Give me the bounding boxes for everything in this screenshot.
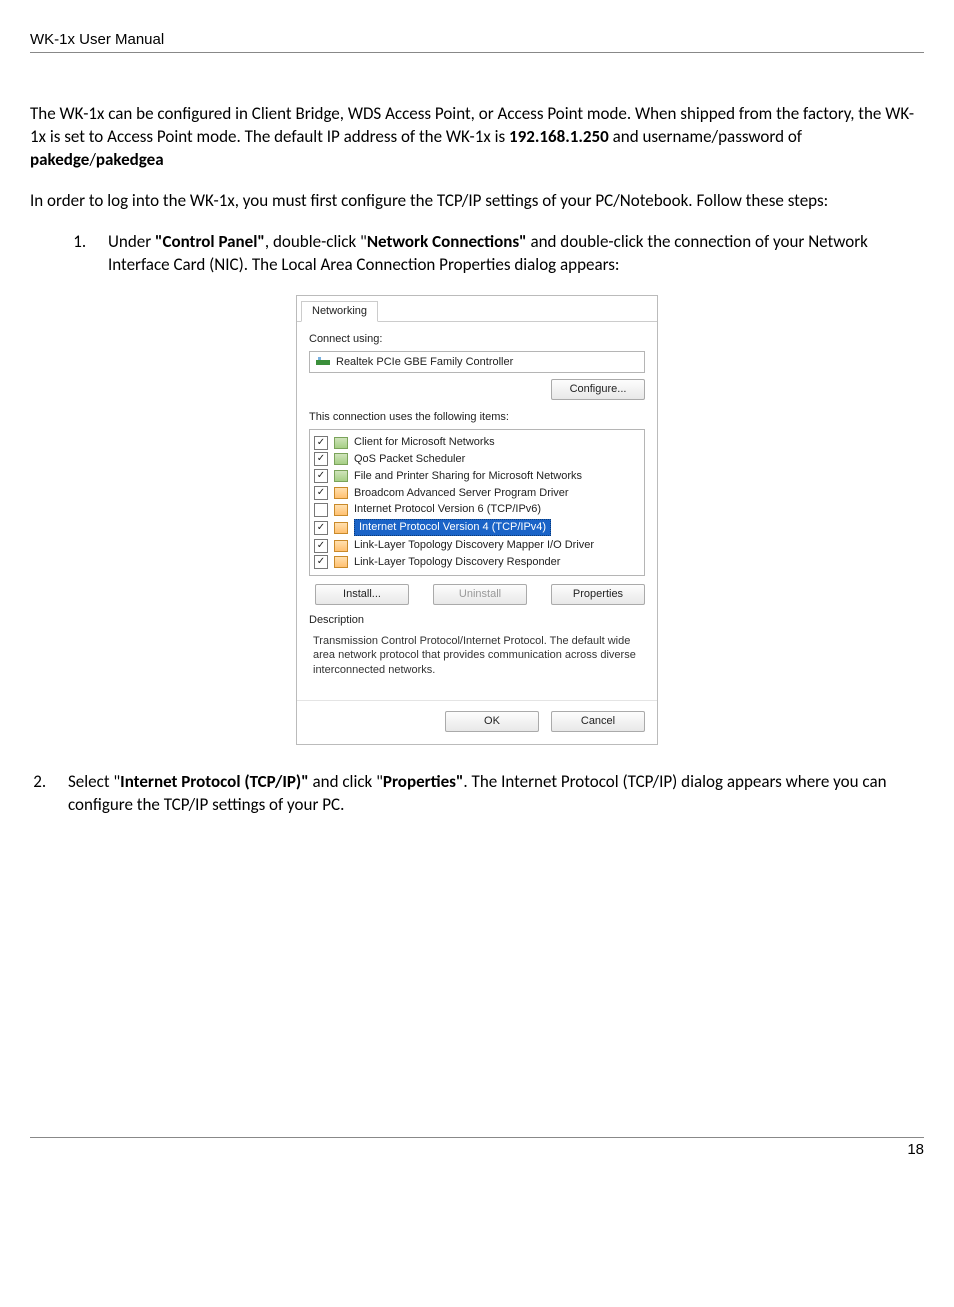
list-item[interactable]: Internet Protocol Version 6 (TCP/IPv6) [314,501,640,518]
checkbox-icon[interactable] [314,521,328,535]
item-label: Link-Layer Topology Discovery Responder [354,555,560,570]
item-label: Link-Layer Topology Discovery Mapper I/O… [354,538,594,553]
connection-properties-dialog: Networking Connect using: Realtek PCIe G… [296,295,658,745]
configure-button[interactable]: Configure... [551,379,645,400]
steps-list-2: Select "Internet Protocol (TCP/IP)" and … [30,771,924,817]
item-buttons-row: Install... Uninstall Properties [309,584,645,605]
install-button[interactable]: Install... [315,584,409,605]
item-label: Broadcom Advanced Server Program Driver [354,486,569,501]
tab-networking[interactable]: Networking [301,301,378,322]
nic-icon [316,357,330,367]
protocol-icon [334,504,348,516]
protocol-icon [334,540,348,552]
checkbox-icon[interactable] [314,486,328,500]
page-number: 18 [907,1140,924,1160]
dialog-body: Connect using: Realtek PCIe GBE Family C… [297,322,657,700]
doc-title: WK-1x User Manual [30,30,164,50]
description-text: Transmission Control Protocol/Internet P… [309,632,645,691]
ip-address: 192.168.1.250 [509,126,609,147]
text: and username/password of [609,126,802,147]
text: , double-click " [265,231,367,252]
description-box: Description Transmission Control Protoco… [309,613,645,690]
step-2: Select "Internet Protocol (TCP/IP)" and … [50,771,924,817]
checkbox-icon[interactable] [314,539,328,553]
list-item[interactable]: Client for Microsoft Networks [314,434,640,451]
intro-paragraph-1: The WK-1x can be configured in Client Br… [30,103,924,172]
protocol-icon [334,470,348,482]
cancel-button[interactable]: Cancel [551,711,645,732]
description-label: Description [309,613,645,628]
properties-button[interactable]: Properties [551,584,645,605]
list-item[interactable]: File and Printer Sharing for Microsoft N… [314,468,640,485]
adapter-name: Realtek PCIe GBE Family Controller [336,355,513,370]
item-label: File and Printer Sharing for Microsoft N… [354,469,582,484]
page-header: WK-1x User Manual [30,30,924,53]
list-item[interactable]: Broadcom Advanced Server Program Driver [314,485,640,502]
password: pakedgea [96,149,164,170]
dialog-screenshot: Networking Connect using: Realtek PCIe G… [30,295,924,745]
checkbox-icon[interactable] [314,503,328,517]
checkbox-icon[interactable] [314,452,328,466]
steps-list: Under "Control Panel", double-click "Net… [90,231,924,277]
items-list[interactable]: Client for Microsoft Networks QoS Packet … [309,429,645,576]
list-item[interactable]: QoS Packet Scheduler [314,451,640,468]
text: and click " [309,771,383,792]
item-label: QoS Packet Scheduler [354,452,465,467]
text-bold: Internet Protocol (TCP/IP)" [120,771,308,792]
text: / [89,149,96,170]
checkbox-icon[interactable] [314,555,328,569]
intro-paragraph-2: In order to log into the WK-1x, you must… [30,190,924,213]
username: pakedge [30,149,89,170]
item-label: Internet Protocol Version 4 (TCP/IPv4) [354,519,551,536]
item-label: Internet Protocol Version 6 (TCP/IPv6) [354,502,541,517]
adapter-field: Realtek PCIe GBE Family Controller [309,351,645,374]
checkbox-icon[interactable] [314,469,328,483]
tab-bar: Networking [297,296,657,322]
protocol-icon [334,453,348,465]
connect-using-label: Connect using: [309,332,645,347]
text: Select " [68,771,120,792]
dialog-footer: OK Cancel [297,700,657,744]
list-item[interactable]: Internet Protocol Version 4 (TCP/IPv4) [314,518,640,537]
list-item[interactable]: Link-Layer Topology Discovery Mapper I/O… [314,537,640,554]
protocol-icon [334,556,348,568]
text-bold: Network Connections" [367,231,527,252]
list-item[interactable]: Link-Layer Topology Discovery Responder [314,554,640,571]
protocol-icon [334,522,348,534]
ok-button[interactable]: OK [445,711,539,732]
uses-items-label: This connection uses the following items… [309,410,645,425]
text-bold: Properties" [383,771,464,792]
text: Under [108,231,155,252]
configure-row: Configure... [309,379,645,400]
text-bold: "Control Panel" [155,231,265,252]
page-footer: 18 [30,1137,924,1160]
uninstall-button[interactable]: Uninstall [433,584,527,605]
checkbox-icon[interactable] [314,436,328,450]
step-1: Under "Control Panel", double-click "Net… [90,231,924,277]
protocol-icon [334,437,348,449]
item-label: Client for Microsoft Networks [354,435,495,450]
protocol-icon [334,487,348,499]
